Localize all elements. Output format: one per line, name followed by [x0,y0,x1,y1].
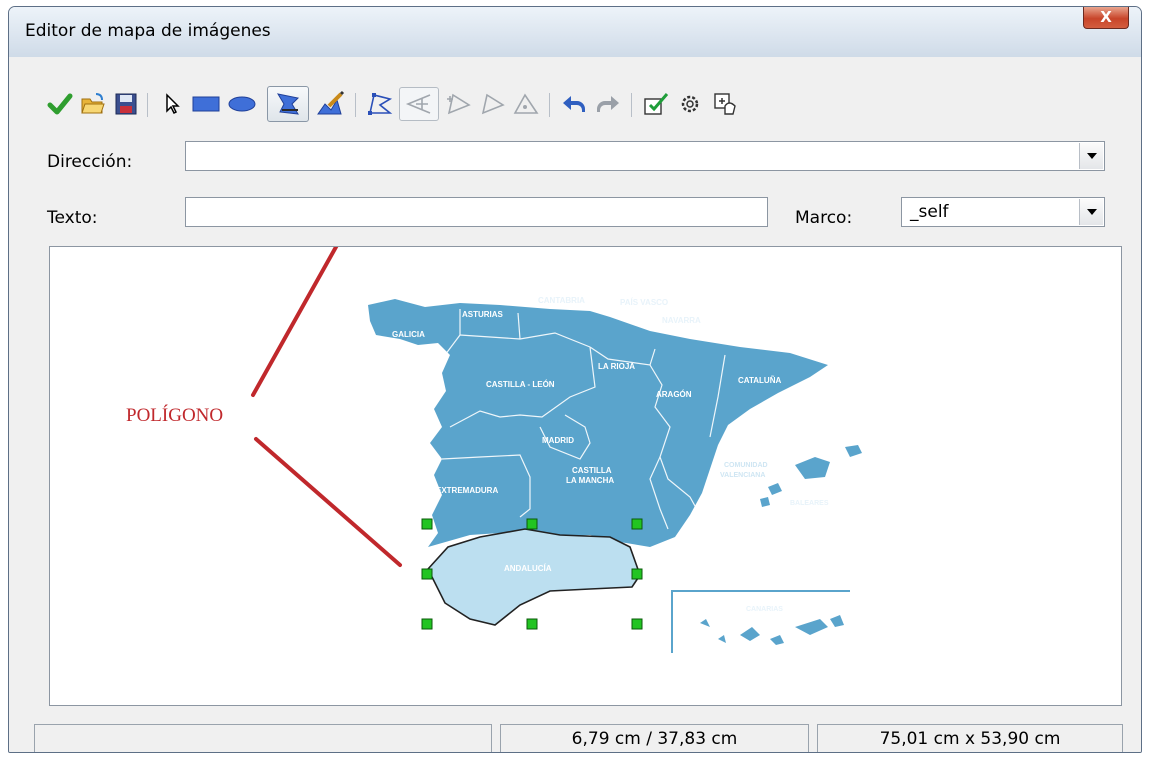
toolbar-separator [631,93,632,117]
image-map-canvas[interactable]: GALICIA ASTURIAS CANTABRIA PAÍS VASCO NA… [49,246,1122,706]
toolbar-separator [355,93,356,117]
region-label: LA MANCHA [566,476,614,485]
region-label: COMUNIDAD [724,462,768,469]
frame-label: Marco: [795,208,853,228]
frame-value: _self [910,202,949,222]
freeform-polygon-icon[interactable] [313,87,347,121]
selection-handle [526,518,538,530]
address-label: Dirección: [47,152,133,172]
spain-map-graphic: GALICIA ASTURIAS CANTABRIA PAÍS VASCO NA… [251,247,862,653]
properties-icon[interactable] [709,87,743,121]
ellipse-icon[interactable] [225,87,259,121]
region-label: MURCIA [662,542,694,551]
selection-handle [631,618,643,630]
close-icon: X [1100,8,1112,26]
address-combobox[interactable] [185,141,1105,171]
selection-handle [421,568,433,580]
spain-mainland [368,299,828,547]
region-label: LA RIOJA [598,362,635,371]
close-button[interactable]: X [1083,7,1129,29]
dialog-body: Dirección: Texto: Marco: _self GALICIA A… [9,57,1141,752]
toolbar [43,86,1103,123]
status-size: 75,01 cm x 53,90 cm [817,724,1123,752]
region-label: VALENCIANA [720,472,765,479]
region-label: ARAGÓN [656,390,692,399]
annotation-lines [251,247,402,567]
region-label: PAÍS VASCO [620,298,668,307]
move-points-icon[interactable] [399,87,439,121]
canary-islands [700,615,844,645]
selection-handle [526,618,538,630]
selection-handle [421,618,433,630]
title-bar: Editor de mapa de imágenes X [9,7,1141,57]
save-icon[interactable] [109,87,143,121]
region-label: MADRID [542,436,574,445]
region-label: CATALUÑA [738,376,781,385]
status-bar-left [34,724,492,752]
toolbar-separator [147,93,148,117]
edit-points-icon[interactable] [363,87,397,121]
insert-points-icon[interactable] [441,87,475,121]
frame-combobox[interactable]: _self [901,197,1105,227]
open-icon[interactable] [76,87,110,121]
region-label: ANDALUCÍA [504,564,552,573]
window-title: Editor de mapa de imágenes [25,21,271,41]
region-label: CASTILLA - LEÓN [486,380,555,389]
selection-handle [421,518,433,530]
active-icon[interactable] [639,87,673,121]
apply-icon[interactable] [43,87,77,121]
macro-icon[interactable] [673,87,707,121]
region-label: ASTURIAS [462,310,504,319]
delete-points-icon[interactable] [475,87,509,121]
andalucia-selected-polygon [427,528,641,626]
polygon-annotation-label: POLÍGONO [126,405,224,426]
text-input[interactable] [185,197,768,227]
selection-handle [631,568,643,580]
status-position: 6,79 cm / 37,83 cm [500,724,809,752]
selection-handle [631,518,643,530]
region-label: GALICIA [392,330,425,339]
region-label: EXTREMADURA [436,486,498,495]
region-label: CANARIAS [746,606,783,613]
polygon-icon[interactable] [267,86,309,122]
text-label: Texto: [47,208,98,228]
undo-icon[interactable] [557,87,591,121]
select-arrow-icon[interactable] [155,87,189,121]
frame-dropdown-button[interactable] [1079,199,1103,225]
rectangle-icon[interactable] [189,87,223,121]
chevron-down-icon [1086,153,1097,159]
chevron-down-icon [1086,209,1097,215]
redo-icon[interactable] [591,87,625,121]
image-map-editor-window: Editor de mapa de imágenes X Dirección: … [8,6,1142,753]
region-label: CASTILLA [572,466,612,475]
region-label: NAVARRA [662,316,701,325]
canary-islands-frame [671,590,850,653]
balearic-islands [760,445,862,507]
toolbar-separator [549,93,550,117]
address-dropdown-button[interactable] [1079,143,1103,169]
delete-points-icon-b[interactable] [509,87,543,121]
region-label: BALEARES [790,500,829,507]
annotation-line-to-polygon [254,437,402,567]
region-label: CANTABRIA [538,296,585,305]
